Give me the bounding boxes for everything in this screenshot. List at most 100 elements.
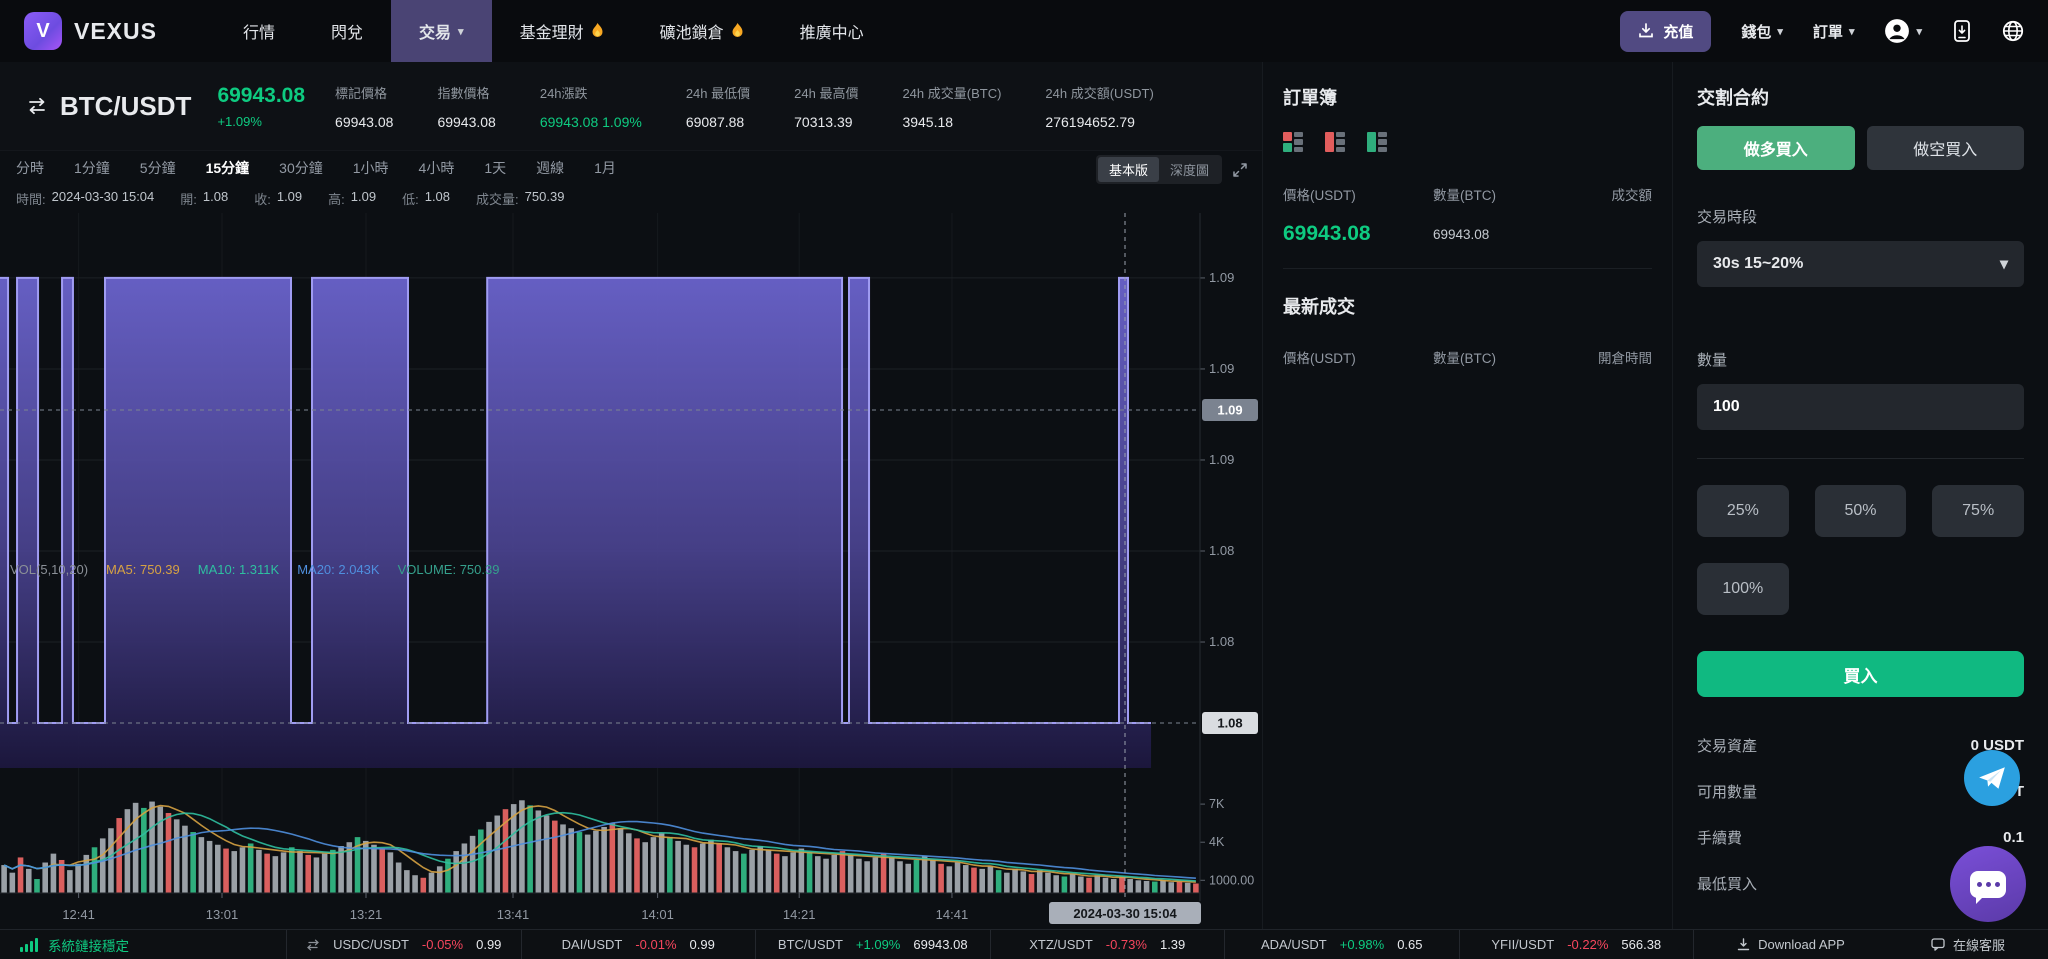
orders-menu[interactable]: 訂單 ▾: [1813, 21, 1855, 42]
svg-text:2024-03-30 15:04: 2024-03-30 15:04: [1073, 906, 1177, 921]
trades-header-amount: 數量(BTC): [1433, 351, 1496, 366]
timeframe-1w[interactable]: 週線: [536, 158, 564, 178]
ticker-pair-change: -0.01%: [635, 937, 677, 952]
account-menu[interactable]: ▾: [1884, 18, 1922, 44]
stat-label: 24h 最低價: [685, 85, 751, 101]
ohlc-value: 2024-03-30 15:04: [51, 188, 155, 204]
nav-item-swap[interactable]: 閃兌: [303, 0, 391, 62]
ohlc-value: 1.09: [276, 188, 303, 204]
short-buy-button[interactable]: 做空買入: [1866, 126, 2024, 170]
side-buttons: 做多買入 做空買入: [1697, 126, 2024, 170]
pair-symbol: BTC/USDT: [60, 90, 192, 121]
view-tab-group: 基本版 深度圖: [1095, 155, 1222, 184]
user-icon: [1885, 19, 1910, 43]
percent-50-button[interactable]: 50%: [1814, 485, 1907, 537]
timeframe-4h[interactable]: 4小時: [419, 158, 455, 178]
nav-item-trade[interactable]: 交易 ▾: [391, 0, 492, 62]
download-app-link[interactable]: Download APP: [1693, 930, 1888, 959]
price-change-percent: +1.09%: [217, 113, 262, 129]
ohlc-key: 時間:: [16, 191, 46, 207]
ohlc-value: 1.08: [424, 188, 451, 204]
ticker-pair-change: -0.22%: [1567, 937, 1609, 952]
asset-row-label: 手續費: [1697, 830, 1743, 847]
timeframe-15min[interactable]: 15分鐘: [206, 158, 250, 178]
ticker-pair-name: BTC/USDT: [777, 937, 843, 952]
timeframe-1min[interactable]: 1分鐘: [74, 158, 110, 178]
stat-label: 24h漲跌: [539, 85, 588, 101]
online-support-link[interactable]: 在線客服: [1888, 930, 2048, 959]
stat-value: 69943.08: [335, 113, 394, 130]
wallet-menu[interactable]: 錢包 ▾: [1741, 21, 1783, 42]
ticker-pair-name: YFII/USDT: [1491, 937, 1555, 952]
stat-value: 69943.08 1.09%: [539, 113, 642, 130]
svg-text:1.08: 1.08: [1209, 543, 1234, 558]
ohlc-low: 低: 1.08: [402, 189, 450, 208]
language-button[interactable]: [2002, 20, 2024, 42]
buy-button[interactable]: 買入: [1697, 651, 2024, 697]
timeframe-1mo[interactable]: 1月: [594, 158, 616, 178]
long-buy-button[interactable]: 做多買入: [1697, 126, 1855, 170]
timeframe-time[interactable]: 分時: [16, 158, 44, 178]
ohlc-info-row: 時間: 2024-03-30 15:04 開: 1.08 收: 1.09 高: 1.09…: [0, 185, 1262, 211]
percent-75-button[interactable]: 75%: [1932, 485, 2024, 537]
timeframe-30min[interactable]: 30分鐘: [279, 158, 323, 178]
chat-float-button[interactable]: [1950, 846, 2026, 922]
ticker-pair[interactable]: YFII/USDT -0.22% 566.38: [1458, 930, 1694, 959]
stat-label: 24h 最高價: [794, 85, 859, 101]
ticker-pair-name: DAI/USDT: [561, 937, 623, 952]
ohlc-close: 收: 1.09: [254, 189, 302, 208]
nav-item-funds[interactable]: 基金理財: [492, 0, 632, 62]
timeframe-1d[interactable]: 1天: [484, 158, 506, 178]
percent-buttons-row1: 25% 50% 75%: [1697, 485, 2024, 537]
orderbook-view-asks-icon[interactable]: [1325, 132, 1345, 152]
ticker-pair[interactable]: BTC/USDT +1.09% 69943.08: [755, 930, 990, 959]
svg-text:4K: 4K: [1209, 835, 1225, 849]
nav-item-label: 基金理財: [519, 25, 584, 42]
ticker-pair[interactable]: USDC/USDT -0.05% 0.99: [286, 930, 521, 959]
telegram-float-button[interactable]: [1964, 750, 2020, 806]
chart-toolbar: 分時 1分鐘 5分鐘 15分鐘 30分鐘 1小時 4小時 1天 週線 1月 基本…: [0, 150, 1262, 184]
pair-selector[interactable]: BTC/USDT: [26, 91, 191, 122]
percent-100-button[interactable]: 100%: [1697, 563, 1789, 615]
current-price-secondary: 69943.08: [1433, 226, 1490, 242]
ticker-pair[interactable]: ADA/USDT +0.98% 0.65: [1224, 930, 1459, 959]
stat-label: 24h 成交額(USDT): [1045, 85, 1154, 101]
divider: [1283, 268, 1652, 269]
order-book-current-price-row: 69943.08 69943.08: [1283, 222, 1652, 246]
pair-stats: 標記價格 69943.08 指數價格 69943.08 24h漲跌 69943.…: [335, 83, 1154, 130]
online-support-label: 在線客服: [1952, 938, 2005, 953]
orderbook-view-bids-icon[interactable]: [1367, 132, 1387, 152]
amount-input[interactable]: [1697, 384, 2024, 430]
ticker-pair-price: 566.38: [1621, 937, 1662, 952]
indicator-value: VOL(5,10,20): [10, 562, 89, 577]
brand-logo[interactable]: V VEXUS: [24, 12, 157, 50]
recharge-button[interactable]: 充值: [1620, 10, 1712, 52]
session-select[interactable]: 30s 15~20% ▾: [1697, 241, 2024, 287]
nav-item-promotion[interactable]: 推廣中心: [772, 0, 892, 62]
nav-item-label: 行情: [242, 25, 275, 42]
timeframe-list: 分時 1分鐘 5分鐘 15分鐘 30分鐘 1小時 4小時 1天 週線 1月: [16, 158, 616, 178]
view-tab-basic[interactable]: 基本版: [1097, 157, 1159, 182]
orderbook-view-both-icon[interactable]: [1283, 132, 1303, 152]
ticker-pair[interactable]: DAI/USDT -0.01% 0.99: [520, 930, 756, 959]
svg-text:7K: 7K: [1209, 797, 1225, 811]
fullscreen-expand-icon[interactable]: [1232, 162, 1248, 178]
ticker-pair-price: 0.99: [476, 937, 502, 952]
stat-value: 69943.08: [437, 113, 496, 130]
order-book-title: 訂單簿: [1283, 88, 1337, 108]
ticker-pair-name: USDC/USDT: [333, 937, 409, 952]
ohlc-key: 成交量:: [476, 191, 519, 207]
nav-item-markets[interactable]: 行情: [215, 0, 303, 62]
percent-25-button[interactable]: 25%: [1697, 485, 1789, 537]
stat-label: 指數價格: [437, 85, 490, 101]
stat-value: 3945.18: [902, 113, 954, 130]
swap-arrows-icon: [307, 939, 320, 950]
download-app-button[interactable]: [1952, 20, 1972, 42]
ticker-pair-name: ADA/USDT: [1261, 937, 1327, 952]
stat-24h-low: 24h 最低價 69087.88: [686, 83, 750, 130]
view-tab-depth[interactable]: 深度圖: [1159, 157, 1220, 182]
timeframe-1h[interactable]: 1小時: [353, 158, 389, 178]
timeframe-5min[interactable]: 5分鐘: [140, 158, 176, 178]
nav-item-mining[interactable]: 礦池鎖倉: [632, 0, 772, 62]
ticker-pair[interactable]: XTZ/USDT -0.73% 1.39: [989, 930, 1225, 959]
